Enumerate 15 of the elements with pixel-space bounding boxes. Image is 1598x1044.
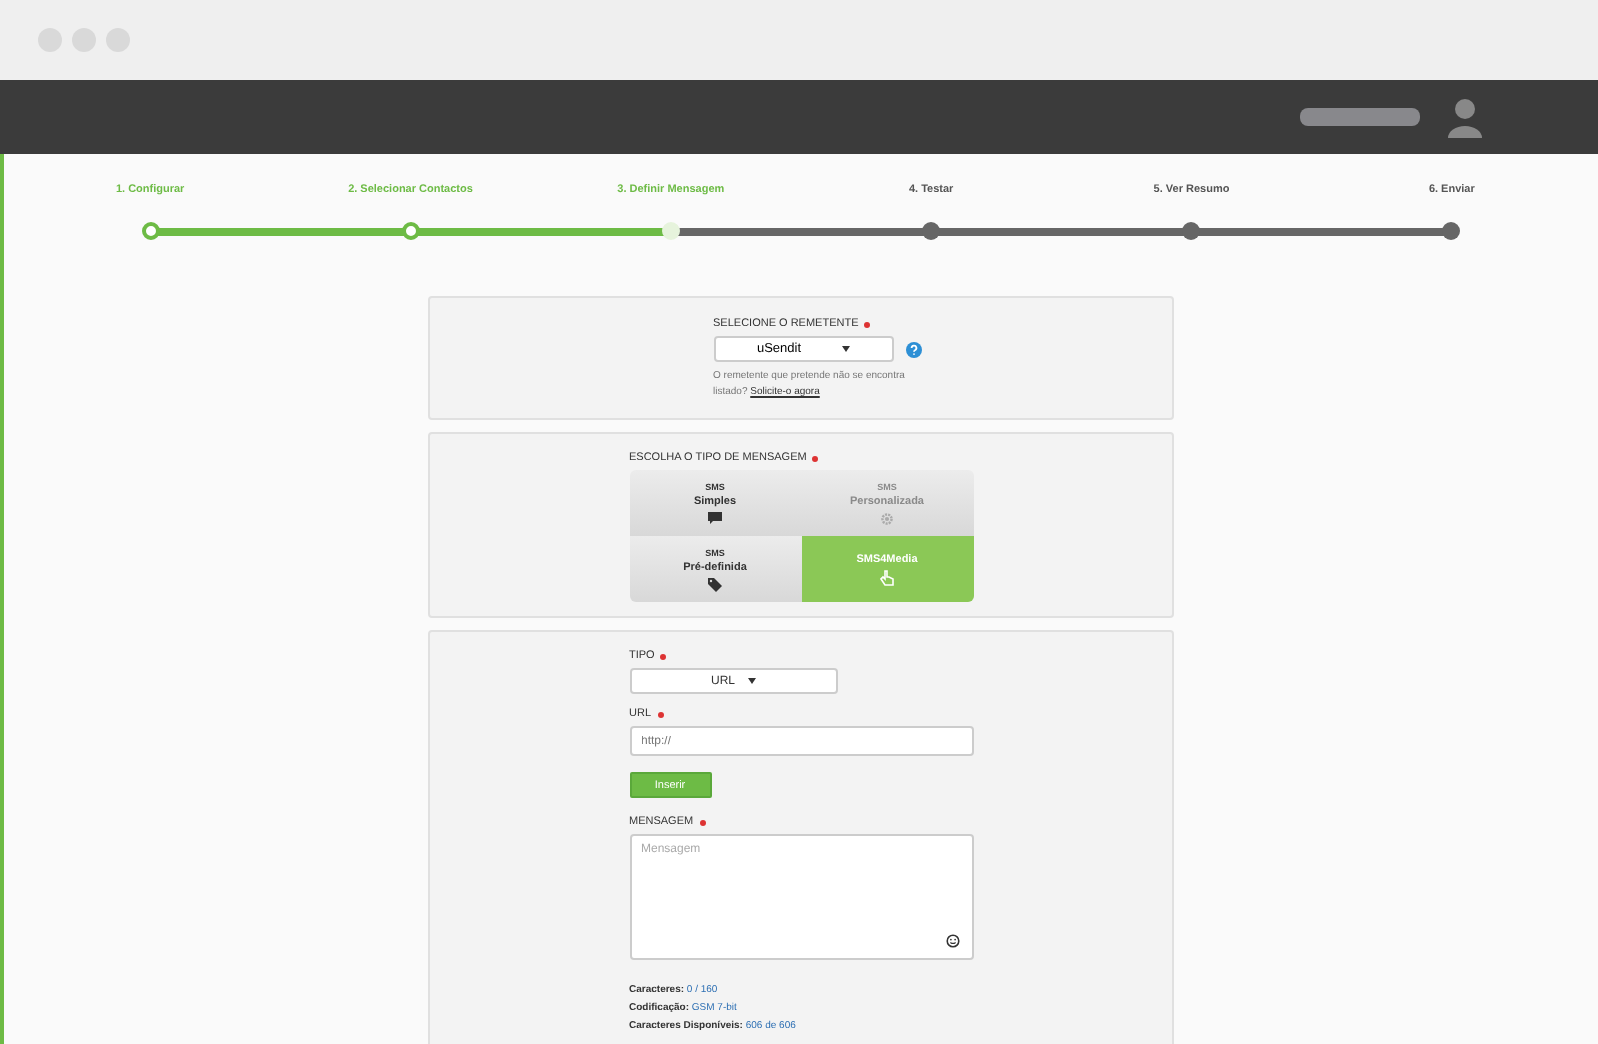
caret-icon [747,678,755,684]
pointing-hand-icon [880,569,894,585]
required-icon [864,321,871,327]
required-icon [699,819,706,825]
tag-icon [708,577,722,591]
smiley-icon[interactable] [945,934,959,948]
username-placeholder-bar [1300,108,1420,126]
speech-bubble-icon [708,512,722,524]
help-icon[interactable] [905,341,921,357]
required-icon [657,711,664,717]
gear-icon [880,511,894,525]
user-icon[interactable] [1448,97,1482,137]
required-icon [812,455,819,461]
required-icon [660,653,667,659]
caret-icon [841,346,850,352]
